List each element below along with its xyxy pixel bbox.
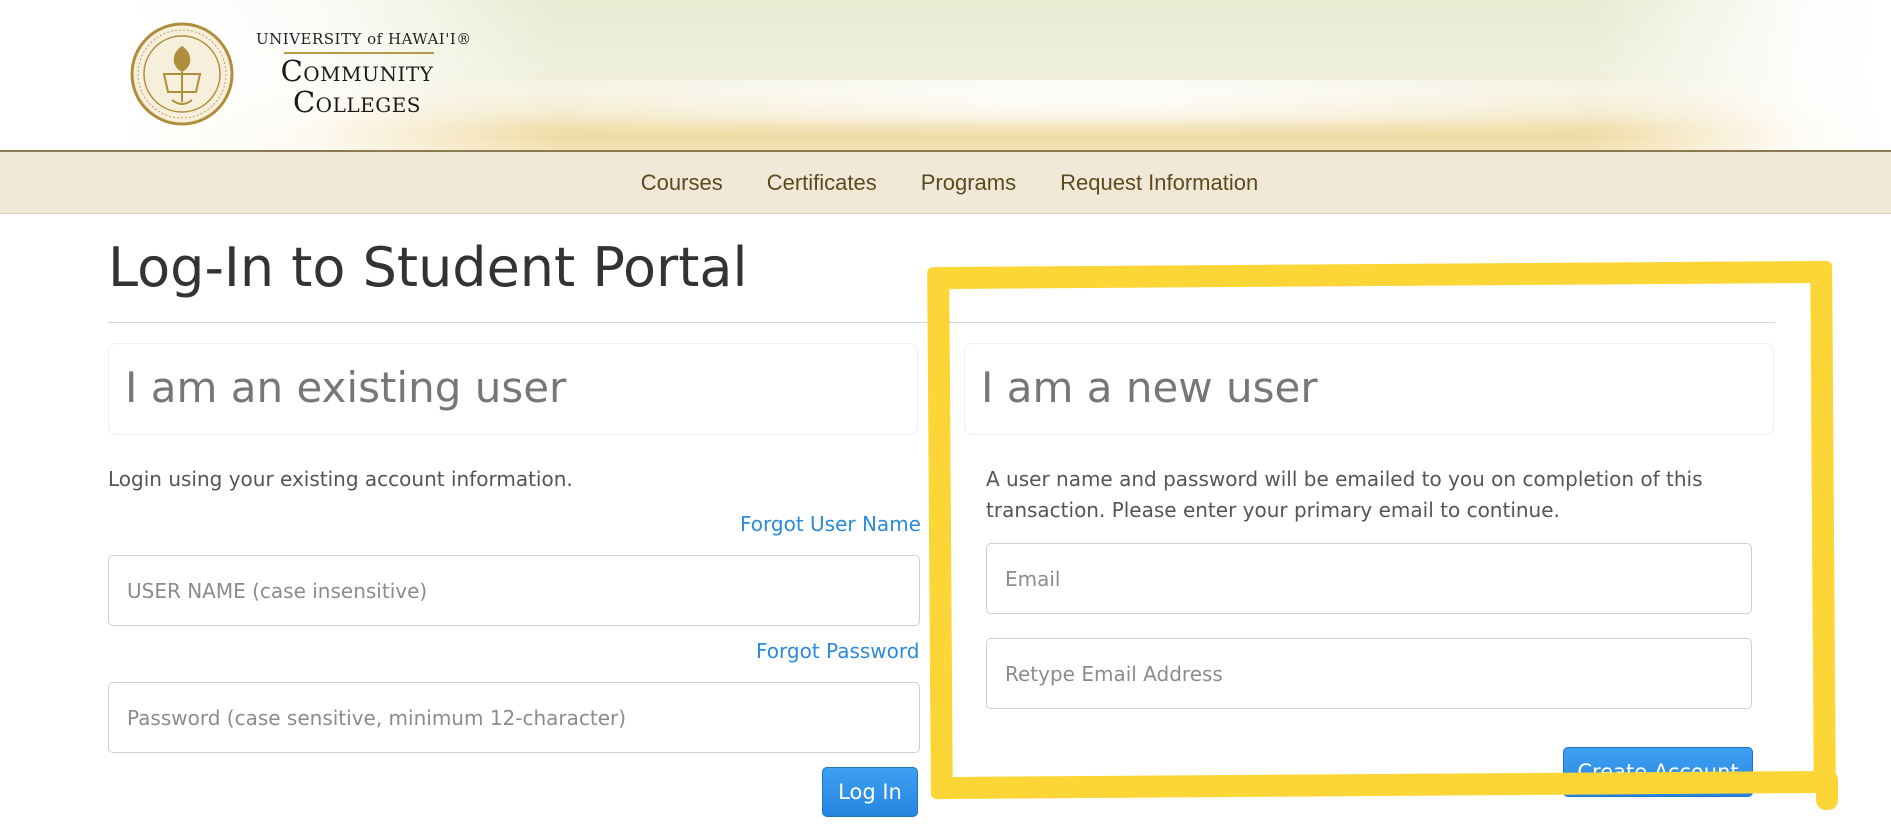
brand-community-colleges[interactable]: Community Colleges bbox=[252, 56, 462, 118]
university-seal-icon[interactable] bbox=[128, 22, 236, 126]
header-fade-right bbox=[1591, 0, 1891, 150]
nav-certificates[interactable]: Certificates bbox=[745, 170, 899, 196]
email-input[interactable] bbox=[986, 543, 1752, 614]
forgot-password-link[interactable]: Forgot Password bbox=[756, 639, 919, 663]
password-input[interactable] bbox=[108, 682, 920, 753]
highlight-annotation bbox=[927, 260, 1836, 800]
username-input[interactable] bbox=[108, 555, 920, 626]
nav-request-information[interactable]: Request Information bbox=[1038, 170, 1280, 196]
forgot-username-link[interactable]: Forgot User Name bbox=[740, 512, 921, 536]
create-account-button[interactable]: Create Account bbox=[1563, 747, 1753, 797]
brand-university: UNIVERSITY of HAWAI'I® bbox=[256, 30, 472, 48]
title-divider bbox=[108, 322, 1775, 323]
nav-programs[interactable]: Programs bbox=[899, 170, 1038, 196]
nav-courses[interactable]: Courses bbox=[619, 170, 745, 196]
main-nav: Courses Certificates Programs Request In… bbox=[0, 152, 1891, 214]
new-user-intro: A user name and password will be emailed… bbox=[986, 467, 1703, 522]
login-button[interactable]: Log In bbox=[822, 767, 918, 817]
new-user-heading: I am a new user bbox=[964, 343, 1774, 435]
highlight-annotation-tail bbox=[1816, 770, 1838, 810]
existing-user-intro: Login using your existing account inform… bbox=[108, 467, 573, 491]
page-title: Log-In to Student Portal bbox=[108, 236, 748, 299]
retype-email-input[interactable] bbox=[986, 638, 1752, 709]
existing-user-heading: I am an existing user bbox=[108, 343, 918, 435]
site-header: UNIVERSITY of HAWAI'I® Community College… bbox=[0, 0, 1891, 150]
